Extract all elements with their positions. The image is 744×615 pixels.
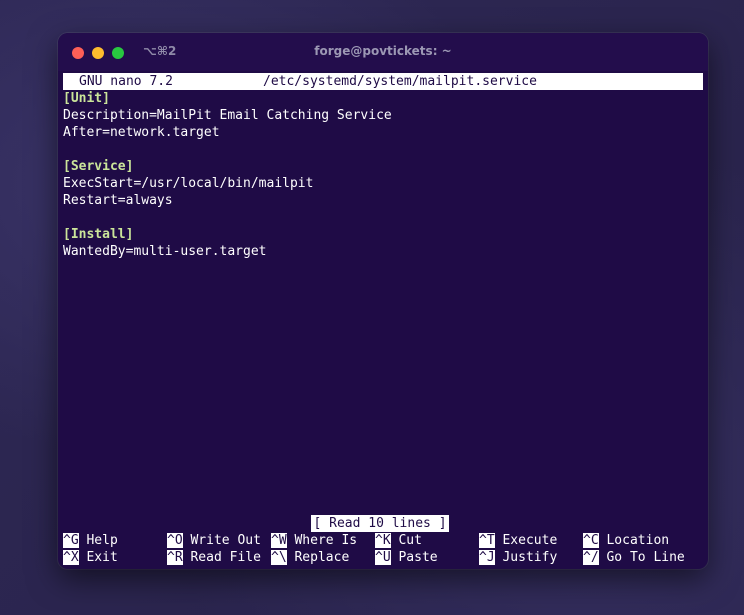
title-bar[interactable]: ⌥⌘2 forge@povtickets: ~ <box>58 33 708 71</box>
status-message: [ Read 10 lines ] <box>311 515 449 532</box>
file-line: After=network.target <box>63 125 220 140</box>
shortcut-label: Justify <box>502 550 558 565</box>
file-line <box>63 141 703 158</box>
shortcut-key: ^T <box>479 533 495 548</box>
section-header-line: [Unit] <box>63 90 703 107</box>
section-header-line: [Install] <box>63 227 134 242</box>
shortcut-item[interactable]: ^G Help <box>63 532 118 549</box>
shortcut-item[interactable]: ^J Justify <box>479 549 557 566</box>
file-line: ExecStart=/usr/local/bin/mailpit <box>63 176 314 191</box>
shortcut-bar: ^G Help ^O Write Out ^W Where Is ^K Cut ^T E… <box>63 532 703 566</box>
shortcut-label: Replace <box>294 550 350 565</box>
shortcut-key: ^R <box>167 550 183 565</box>
file-path: /etc/systemd/system/mailpit.service <box>263 74 537 89</box>
shortcut-label: Help <box>86 533 118 548</box>
shortcut-label: Paste <box>398 550 438 565</box>
shortcut-key: ^W <box>271 533 287 548</box>
shortcut-key: ^O <box>167 533 183 548</box>
shortcut-item[interactable]: ^/ Go To Line <box>583 549 685 566</box>
shortcut-label: Cut <box>398 533 422 548</box>
shortcut-key: ^K <box>375 533 391 548</box>
shortcut-key: ^X <box>63 550 79 565</box>
shortcut-row-2: ^X Exit ^R Read File ^\ Replace ^U Paste ^J … <box>63 549 703 566</box>
shortcut-key: ^U <box>375 550 391 565</box>
file-line: Restart=always <box>63 193 173 208</box>
terminal-window: ⌥⌘2 forge@povtickets: ~ GNU nano 7.2 /et… <box>58 33 708 569</box>
shortcut-label: Read File <box>190 550 261 565</box>
file-line: WantedBy=multi-user.target <box>63 244 267 259</box>
shortcut-item[interactable]: ^X Exit <box>63 549 118 566</box>
shortcut-key: ^\ <box>271 550 287 565</box>
shortcut-item[interactable]: ^W Where Is <box>271 532 357 549</box>
file-line: Description=MailPit Email Catching Servi… <box>63 108 392 123</box>
shortcut-item[interactable]: ^R Read File <box>167 549 261 566</box>
shortcut-label: Location <box>606 533 670 548</box>
shortcut-item[interactable]: ^C Location <box>583 532 669 549</box>
shortcut-key: ^/ <box>583 550 599 565</box>
nano-editor[interactable]: GNU nano 7.2 /etc/systemd/system/mailpit… <box>63 73 703 260</box>
shortcut-key: ^J <box>479 550 495 565</box>
shortcut-label: Exit <box>86 550 118 565</box>
status-line: [ Read 10 lines ] <box>58 515 708 532</box>
shortcut-item[interactable]: ^K Cut <box>375 532 422 549</box>
shortcut-key: ^G <box>63 533 79 548</box>
shortcut-label: Where Is <box>294 533 358 548</box>
nano-header-bar: GNU nano 7.2 /etc/systemd/system/mailpit… <box>63 73 703 90</box>
file-line <box>63 209 703 226</box>
shortcut-label: Go To Line <box>606 550 685 565</box>
shortcut-item[interactable]: ^U Paste <box>375 549 438 566</box>
shortcut-label: Write Out <box>190 533 261 548</box>
shortcut-key: ^C <box>583 533 599 548</box>
shortcut-row-1: ^G Help ^O Write Out ^W Where Is ^K Cut ^T E… <box>63 532 703 549</box>
section-header-line: [Service] <box>63 159 134 174</box>
nano-version: GNU nano 7.2 <box>79 74 173 89</box>
shortcut-item[interactable]: ^O Write Out <box>167 532 261 549</box>
shortcut-item[interactable]: ^\ Replace <box>271 549 349 566</box>
file-content[interactable]: [Unit]Description=MailPit Email Catching… <box>63 90 703 260</box>
shortcut-item[interactable]: ^T Execute <box>479 532 557 549</box>
shortcut-label: Execute <box>502 533 558 548</box>
window-title: forge@povtickets: ~ <box>314 44 452 58</box>
